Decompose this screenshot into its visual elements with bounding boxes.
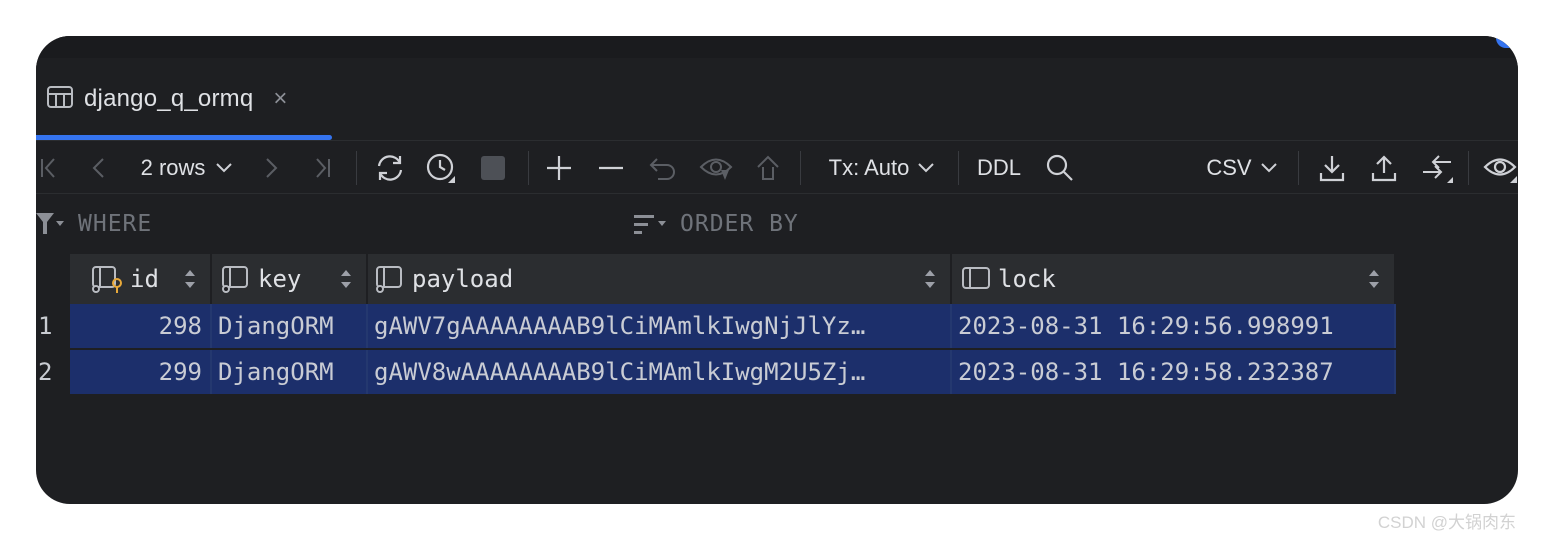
toolbar-separator bbox=[356, 151, 357, 185]
view-eye-icon[interactable] bbox=[1482, 141, 1518, 195]
tab-title: django_q_ormq bbox=[84, 85, 254, 112]
column-header-label: payload bbox=[412, 265, 514, 293]
last-page-icon[interactable] bbox=[310, 141, 336, 195]
column-icon bbox=[962, 267, 990, 289]
tab-bar: django_q_ormq × bbox=[36, 58, 1518, 140]
sort-order-icon[interactable] bbox=[634, 214, 668, 241]
cell-lock[interactable]: 2023-08-31 16:29:58.232387 bbox=[952, 350, 1396, 394]
previous-page-icon[interactable] bbox=[84, 141, 112, 195]
submit-icon[interactable] bbox=[750, 141, 786, 195]
tx-mode-label: Tx: Auto bbox=[828, 155, 910, 180]
chevron-down-icon bbox=[216, 163, 233, 173]
toolbar-separator bbox=[958, 151, 959, 185]
preview-changes-icon[interactable] bbox=[696, 141, 736, 195]
download-icon[interactable] bbox=[1314, 141, 1350, 195]
add-row-icon[interactable] bbox=[540, 141, 578, 195]
cell-payload[interactable]: gAWV8wAAAAAAAAB9lCiMAmlkIwgM2U5Zj… bbox=[368, 350, 952, 394]
filter-bar: WHERE ORDER BY bbox=[36, 194, 1518, 254]
toolbar-separator bbox=[800, 151, 801, 185]
delete-row-icon[interactable] bbox=[592, 141, 630, 195]
table-icon bbox=[46, 84, 74, 115]
export-format-label: CSV bbox=[1206, 155, 1252, 180]
cell-key[interactable]: DjangORM bbox=[212, 350, 368, 394]
ddl-button[interactable]: DDL bbox=[974, 141, 1024, 195]
column-icon bbox=[222, 266, 248, 293]
where-filter-input[interactable]: WHERE bbox=[78, 211, 152, 237]
watermark: CSDN @大锅肉东 bbox=[1377, 513, 1516, 532]
window-top-strip bbox=[36, 36, 1518, 58]
cell-lock[interactable]: 2023-08-31 16:29:56.998991 bbox=[952, 304, 1396, 348]
export-format-dropdown[interactable]: CSV bbox=[1202, 141, 1282, 195]
column-header-label: key bbox=[258, 265, 302, 293]
first-page-icon[interactable] bbox=[36, 141, 60, 195]
column-header-lock[interactable]: lock bbox=[952, 254, 1396, 304]
column-header-key[interactable]: key bbox=[212, 254, 368, 304]
sort-arrows-icon bbox=[341, 270, 351, 288]
column-header-label: lock bbox=[998, 265, 1056, 293]
sort-arrows-icon bbox=[185, 270, 195, 288]
compare-icon[interactable] bbox=[1416, 141, 1458, 195]
chevron-down-icon bbox=[918, 163, 935, 173]
rows-label: 2 rows bbox=[140, 155, 206, 180]
cell-payload[interactable]: gAWV7gAAAAAAAAB9lCiMAmlkIwgNjJlYz… bbox=[368, 304, 952, 348]
primary-key-column-icon bbox=[92, 266, 122, 293]
column-header-payload[interactable]: payload bbox=[368, 254, 952, 304]
sort-arrows-icon bbox=[925, 270, 935, 288]
order-by-input[interactable]: ORDER BY bbox=[680, 211, 799, 237]
sort-arrows-icon bbox=[1369, 270, 1379, 288]
tab-django-q-ormq[interactable]: django_q_ormq × bbox=[36, 58, 332, 140]
cell-key[interactable]: DjangORM bbox=[212, 304, 368, 348]
toolbar-separator bbox=[1298, 151, 1299, 185]
data-toolbar: 2 rows Tx: Auto DDL CSV bbox=[36, 140, 1518, 194]
database-editor-window: django_q_ormq × 2 rows Tx: Auto DDL CSV … bbox=[36, 36, 1518, 504]
next-page-icon[interactable] bbox=[258, 141, 286, 195]
refresh-icon[interactable] bbox=[370, 141, 410, 195]
ddl-label: DDL bbox=[976, 155, 1021, 180]
cell-id[interactable]: 298 bbox=[70, 304, 212, 348]
column-header-id[interactable]: id bbox=[70, 254, 212, 304]
row-number[interactable]: 2 bbox=[36, 350, 70, 394]
filter-icon[interactable] bbox=[36, 212, 64, 241]
stop-icon[interactable] bbox=[476, 141, 510, 195]
column-header-label: id bbox=[130, 265, 159, 293]
upload-icon[interactable] bbox=[1366, 141, 1402, 195]
rows-dropdown[interactable]: 2 rows bbox=[134, 141, 240, 195]
chevron-down-icon bbox=[1260, 163, 1277, 173]
revert-icon[interactable] bbox=[644, 141, 682, 195]
row-number[interactable]: 1 bbox=[36, 304, 70, 348]
transaction-mode-dropdown[interactable]: Tx: Auto bbox=[820, 141, 944, 195]
column-icon bbox=[376, 266, 402, 293]
toolbar-separator bbox=[528, 151, 529, 185]
toolbar-separator bbox=[1468, 151, 1469, 185]
history-clock-icon[interactable] bbox=[422, 141, 462, 195]
cell-id[interactable]: 299 bbox=[70, 350, 212, 394]
search-icon[interactable] bbox=[1042, 141, 1078, 195]
close-icon[interactable]: × bbox=[273, 87, 287, 111]
